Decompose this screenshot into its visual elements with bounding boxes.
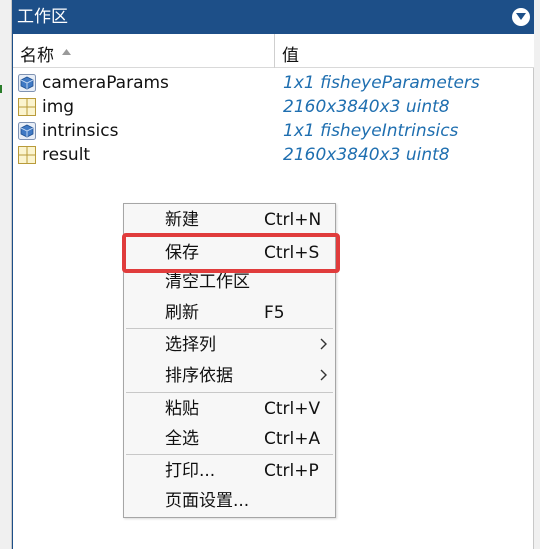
menu-item-label: 全选 [165,429,199,449]
variable-name: intrinsics [42,121,119,141]
menu-item-shortcut: Ctrl+P [264,461,319,481]
variable-value: 1x1 fisheyeIntrinsics [283,121,459,141]
menu-item-label: 选择列 [165,335,216,355]
table-header: 名称 值 [13,34,534,68]
workspace-titlebar: 工作区 [13,0,534,34]
menu-item-paste[interactable]: 粘贴 Ctrl+V [124,395,335,423]
object-icon [18,122,36,140]
variable-value: 1x1 fisheyeParameters [283,73,480,93]
menu-item-refresh[interactable]: 刷新 F5 [124,299,335,327]
chevron-right-icon [320,338,327,350]
menu-item-new[interactable]: 新建 Ctrl+N [124,206,335,234]
menu-item-sort-by[interactable]: 排序依据 [124,362,335,390]
menu-item-page-setup[interactable]: 页面设置... [124,487,335,515]
menu-item-label: 打印... [165,461,216,481]
table-row[interactable]: intrinsics 1x1 fisheyeIntrinsics [13,119,534,143]
workspace-title: 工作区 [17,7,68,27]
variable-value: 2160x3840x3 uint8 [283,145,450,165]
menu-separator [126,454,333,455]
right-panel-edge [533,0,540,549]
menu-separator [126,328,333,329]
table-row[interactable]: img 2160x3840x3 uint8 [13,95,534,119]
menu-item-label: 粘贴 [165,399,199,419]
variable-name: img [42,97,75,117]
variable-name: result [42,145,91,165]
menu-item-select-all[interactable]: 全选 Ctrl+A [124,425,335,453]
matrix-icon [18,98,36,116]
variable-value: 2160x3840x3 uint8 [283,97,450,117]
menu-item-label: 页面设置... [165,491,250,511]
menu-separator [126,392,333,393]
column-header-name[interactable]: 名称 [13,34,275,68]
menu-item-label: 清空工作区 [165,272,250,292]
variable-name: cameraParams [42,73,169,93]
column-header-value[interactable]: 值 [275,34,534,68]
menu-item-choose-columns[interactable]: 选择列 [124,331,335,359]
menu-item-label: 排序依据 [165,366,233,386]
menu-item-print[interactable]: 打印... Ctrl+P [124,457,335,485]
menu-item-shortcut: F5 [264,303,285,323]
table-row[interactable]: result 2160x3840x3 uint8 [13,143,534,167]
matrix-icon [18,146,36,164]
menu-item-label: 刷新 [165,303,199,323]
menu-item-shortcut: Ctrl+N [264,210,322,230]
chevron-right-icon [320,369,327,381]
menu-item-shortcut: Ctrl+V [264,399,321,419]
column-header-value-label: 值 [282,46,299,66]
sort-ascending-icon [62,49,71,55]
edge-marker [0,85,2,93]
circle-chevron-down-icon[interactable] [512,8,530,26]
menu-item-label: 新建 [165,210,199,230]
object-icon [18,74,36,92]
menu-item-shortcut: Ctrl+A [264,429,321,449]
highlight-box [122,233,340,273]
left-panel-edge [0,0,12,549]
column-header-name-label: 名称 [20,46,54,66]
table-row[interactable]: cameraParams 1x1 fisheyeParameters [13,71,534,95]
